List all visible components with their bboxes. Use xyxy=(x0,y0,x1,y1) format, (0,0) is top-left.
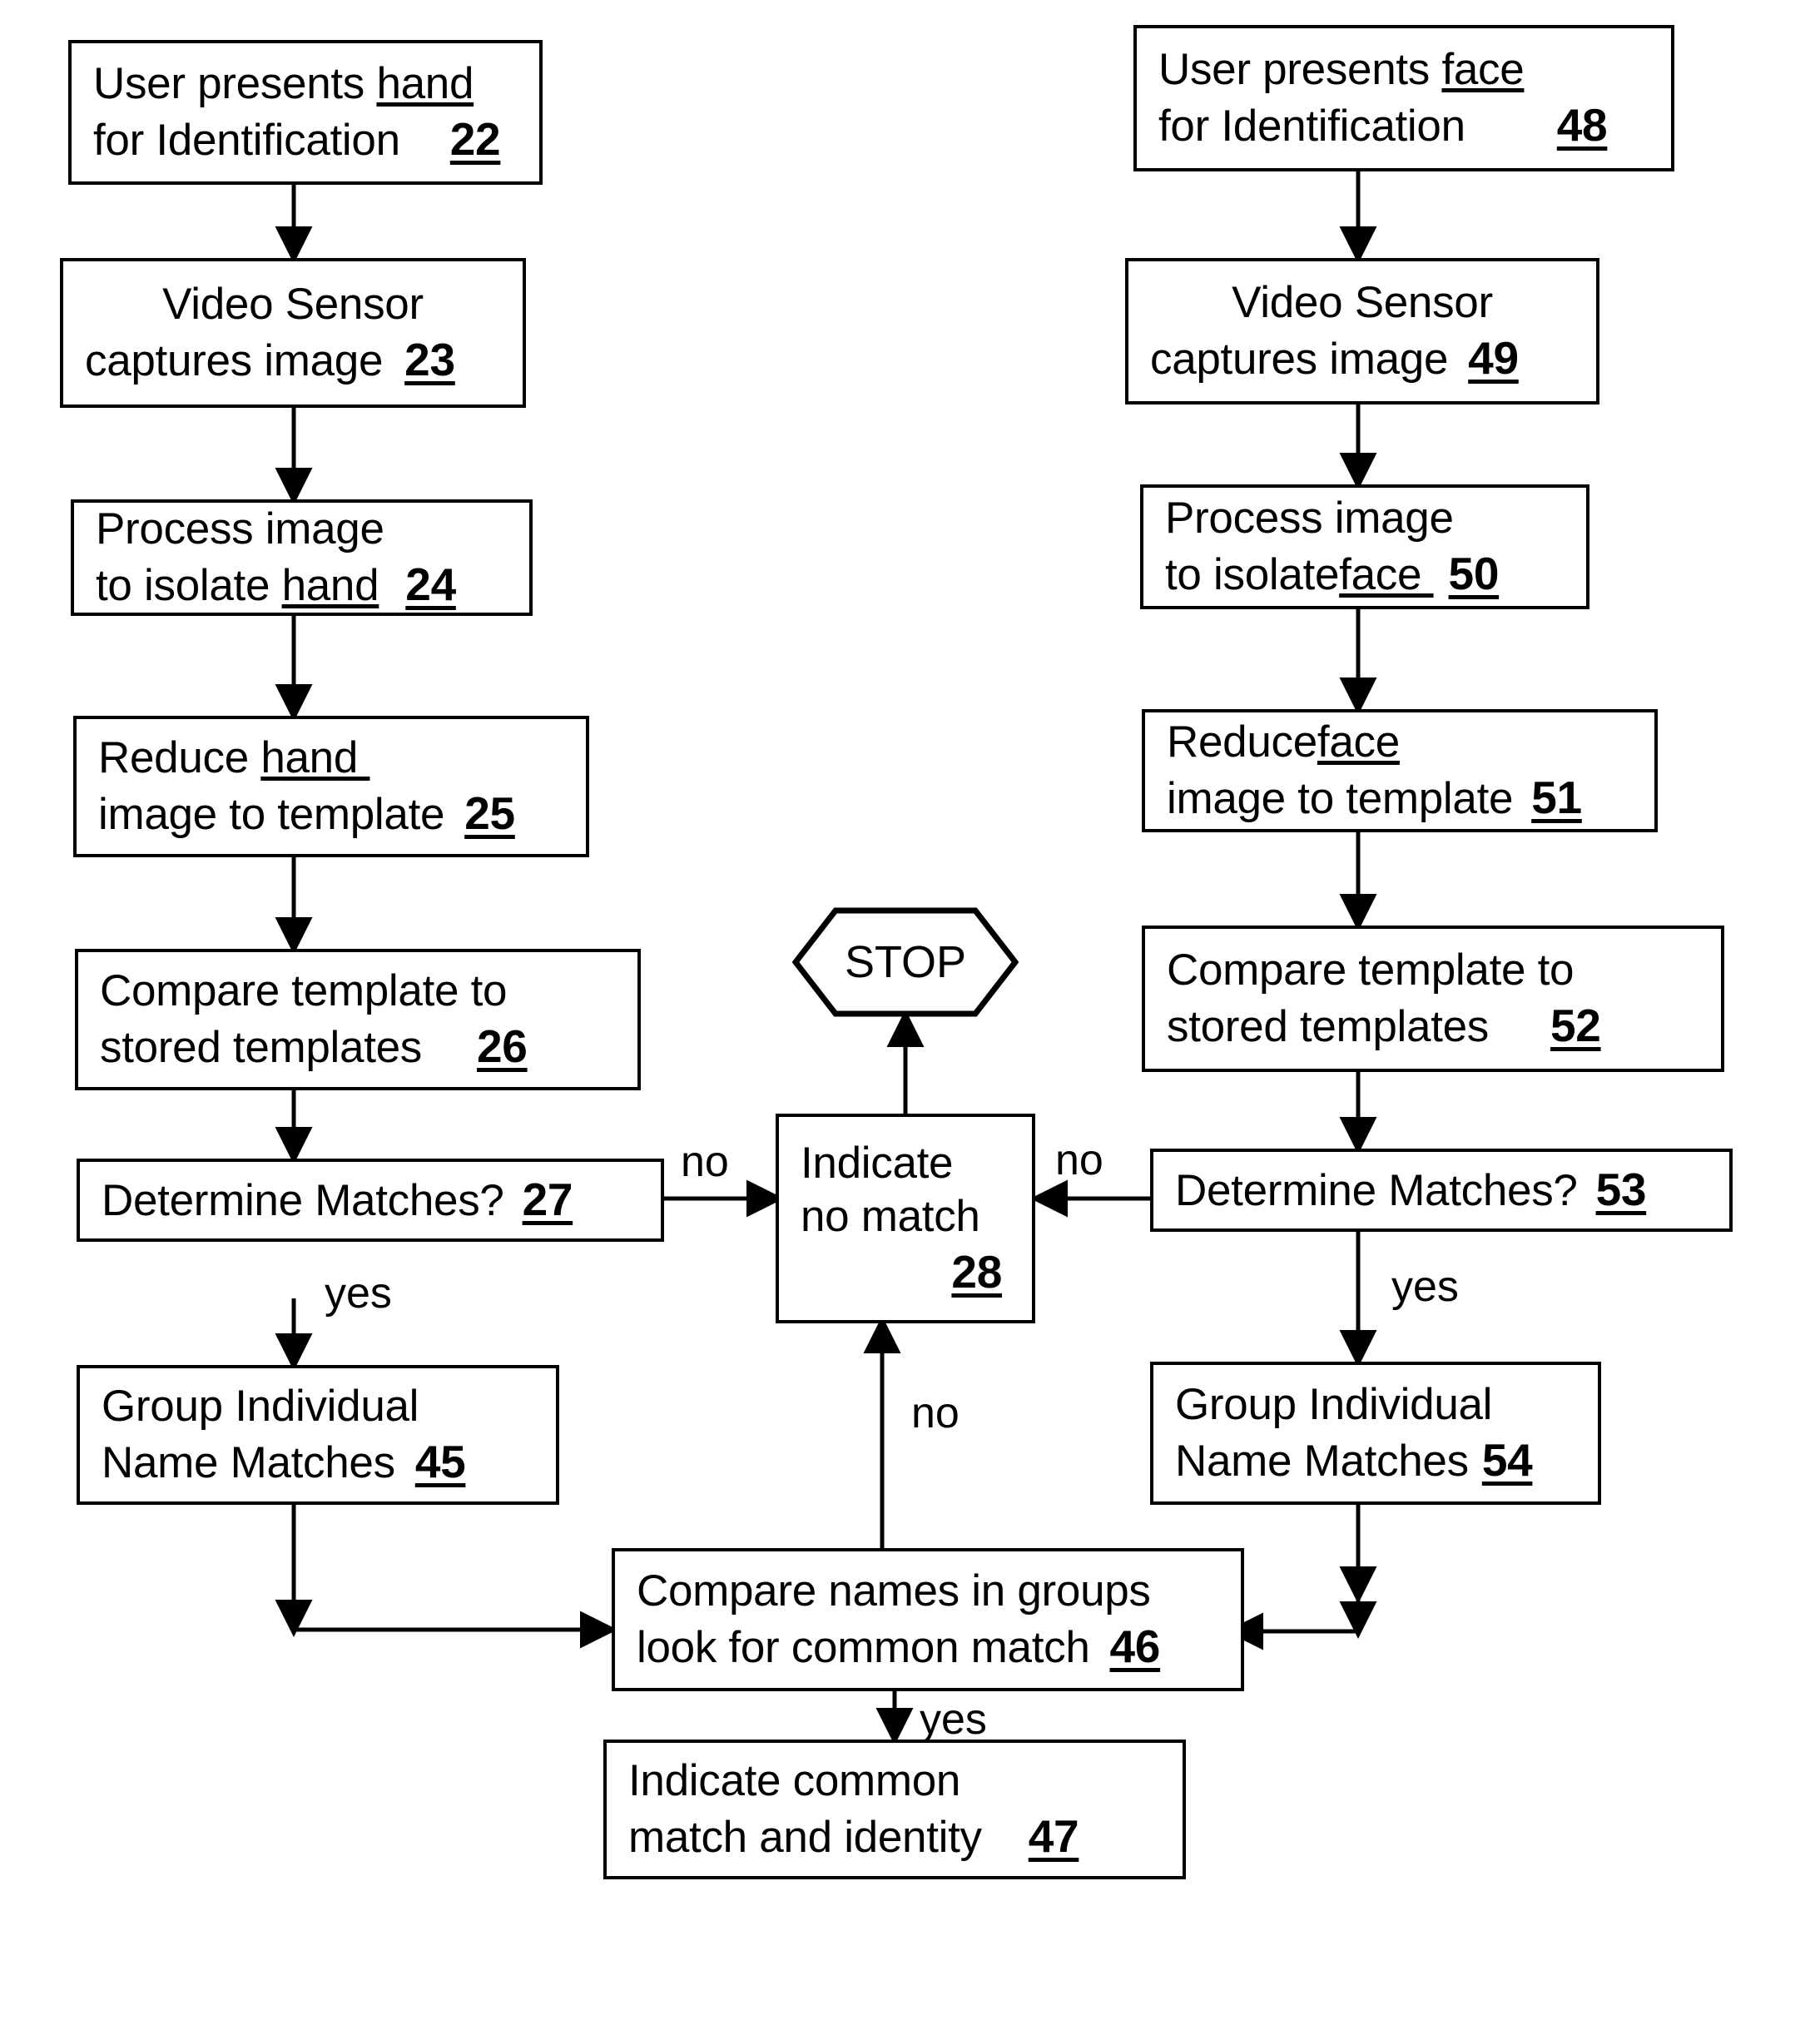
node-26-compare-template-stored-templates: Compare template to stored templates 26 xyxy=(75,949,641,1090)
stop-hexagon-shape xyxy=(792,907,1019,1017)
node-52-compare-template-stored-templates: Compare template to stored templates 52 xyxy=(1142,926,1724,1072)
node-22-user-presents-hand: User presents hand for Identification 22 xyxy=(68,40,543,185)
edge-label-no-left: no xyxy=(681,1138,729,1186)
node-25-reduce-hand-image-to-template: Reduce hand image to template 25 xyxy=(73,716,589,857)
node-45-group-individual-name-matches: Group Individual Name Matches 45 xyxy=(77,1365,559,1505)
node-54-line1: Group Individual xyxy=(1175,1379,1493,1429)
node-26-line2: stored templates 26 xyxy=(100,1020,528,1072)
node-52-line1: Compare template to xyxy=(1167,945,1575,995)
node-24-line1: Process image xyxy=(96,504,384,553)
edge-label-yes-center: yes xyxy=(920,1695,987,1744)
edge-label-no-center: no xyxy=(911,1389,960,1437)
node-24-process-image-isolate-hand: Process image to isolate hand 24 xyxy=(71,499,533,616)
edge-label-yes-left: yes xyxy=(325,1269,392,1318)
node-49-video-sensor-captures-image: Video Sensor captures image 49 xyxy=(1125,258,1599,405)
node-49-line2: captures image 49 xyxy=(1150,331,1519,384)
node-stop-terminator: STOP xyxy=(792,907,1019,1017)
node-52-line2: stored templates 52 xyxy=(1167,999,1601,1051)
node-45-line2: Name Matches 45 xyxy=(102,1435,466,1487)
node-47-line2: match and identity 47 xyxy=(628,1809,1079,1862)
node-23-line1: Video Sensor xyxy=(162,279,424,329)
node-22-line1: User presents hand xyxy=(93,58,474,108)
node-53-determine-matches: Determine Matches? 53 xyxy=(1150,1149,1733,1232)
node-46-compare-names-in-groups: Compare names in groups look for common … xyxy=(612,1548,1244,1691)
node-25-line1: Reduce hand xyxy=(98,732,370,782)
node-28-indicate-no-match: Indicate no match 28 xyxy=(776,1114,1035,1323)
node-51-line1: Reduceface xyxy=(1167,717,1400,767)
node-23-video-sensor-captures-image: Video Sensor captures image 23 xyxy=(60,258,526,408)
node-50-process-image-isolate-face: Process image to isolateface 50 xyxy=(1140,484,1589,609)
node-27-determine-matches: Determine Matches? 27 xyxy=(77,1159,664,1242)
node-23-line2: captures image 23 xyxy=(85,333,455,385)
node-48-line1: User presents face xyxy=(1158,44,1525,94)
node-28-line2: no match xyxy=(801,1192,980,1242)
node-47-line1: Indicate common xyxy=(628,1755,961,1805)
node-26-line1: Compare template to xyxy=(100,965,508,1015)
node-48-line2: for Identification 48 xyxy=(1158,98,1608,151)
node-53-line1: Determine Matches? 53 xyxy=(1175,1164,1647,1216)
node-47-indicate-common-match-identity: Indicate common match and identity 47 xyxy=(603,1740,1186,1879)
node-49-line1: Video Sensor xyxy=(1232,277,1493,327)
node-51-reduce-face-image-to-template: Reduceface image to template 51 xyxy=(1142,709,1658,832)
edge-label-yes-right: yes xyxy=(1391,1263,1459,1311)
node-54-line2: Name Matches 54 xyxy=(1175,1433,1533,1486)
node-50-line1: Process image xyxy=(1165,493,1454,543)
node-25-line2: image to template 25 xyxy=(98,787,515,839)
edge-label-no-right: no xyxy=(1055,1136,1103,1184)
node-50-line2: to isolateface 50 xyxy=(1165,547,1500,599)
node-46-line1: Compare names in groups xyxy=(637,1566,1151,1616)
node-54-group-individual-name-matches: Group Individual Name Matches 54 xyxy=(1150,1362,1601,1505)
node-28-line1: Indicate xyxy=(801,1138,954,1188)
node-51-line2: image to template 51 xyxy=(1167,771,1582,823)
flowchart-canvas: User presents hand for Identification 22 … xyxy=(0,0,1820,2025)
node-24-line2: to isolate hand 24 xyxy=(96,558,456,610)
node-28-ref: 28 xyxy=(951,1245,1002,1298)
node-22-line2: for Identification 22 xyxy=(93,112,501,165)
node-45-line1: Group Individual xyxy=(102,1381,419,1431)
node-27-line1: Determine Matches? 27 xyxy=(102,1174,573,1226)
node-48-user-presents-face: User presents face for Identification 48 xyxy=(1133,25,1674,171)
node-46-line2: look for common match 46 xyxy=(637,1620,1161,1672)
